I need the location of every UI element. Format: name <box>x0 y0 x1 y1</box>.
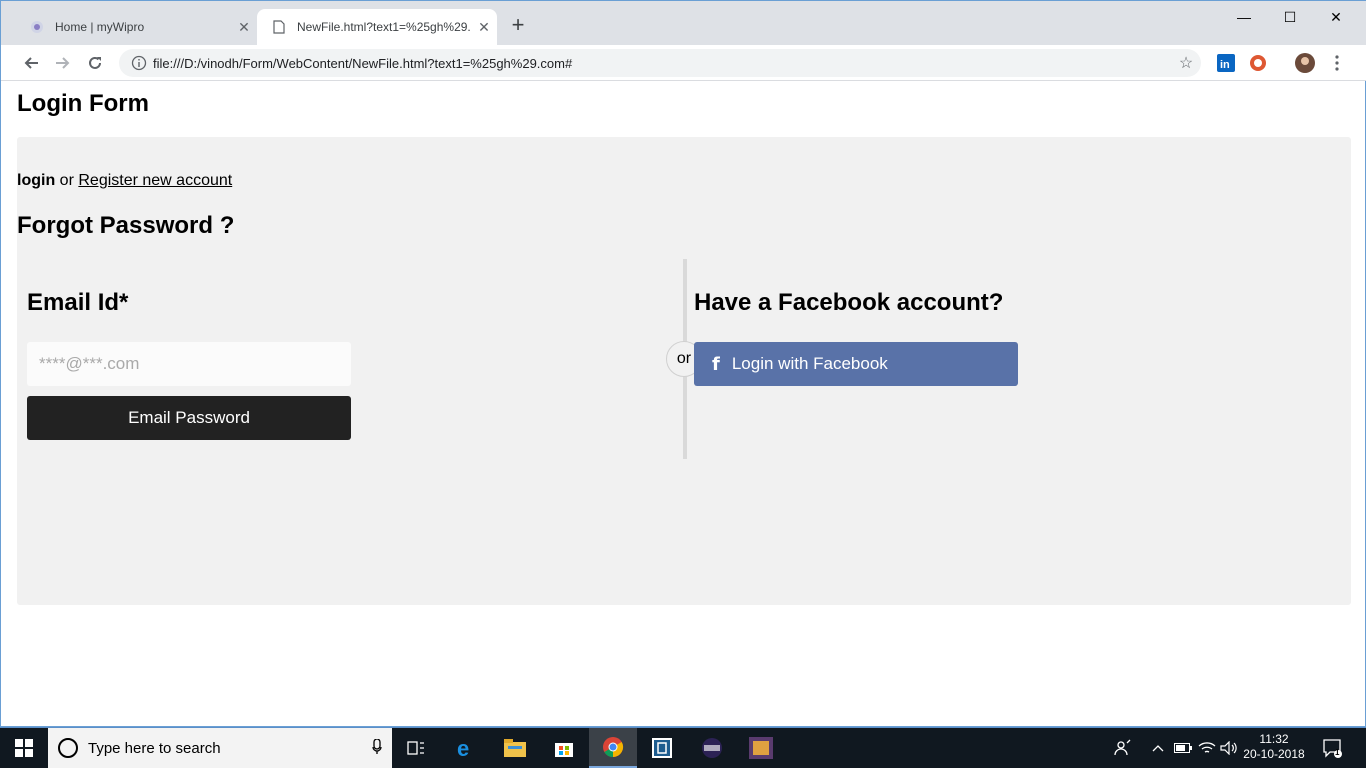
back-arrow-icon[interactable] <box>19 51 43 75</box>
address-bar[interactable]: file:///D:/vinodh/Form/WebContent/NewFil… <box>119 49 1201 77</box>
email-heading: Email Id* <box>27 289 129 316</box>
cortana-icon <box>58 738 78 758</box>
maximize-button[interactable]: ☐ <box>1267 3 1313 31</box>
login-label: login <box>17 172 56 189</box>
clock-time: 11:32 <box>1259 732 1289 746</box>
or-text: or <box>59 172 74 189</box>
taskbar-clock[interactable]: 11:32 20-10-2018 <box>1242 732 1306 762</box>
bookmark-star-icon[interactable]: ☆ <box>1171 53 1201 73</box>
tab-title: Home | myWipro <box>55 20 145 34</box>
info-icon[interactable] <box>125 55 153 71</box>
store-icon[interactable] <box>540 728 588 768</box>
page-favicon-icon <box>271 19 287 35</box>
notification-count: 1 <box>1335 748 1340 757</box>
profile-avatar[interactable] <box>1295 53 1315 73</box>
taskbar-search-placeholder: Type here to search <box>88 739 221 757</box>
duckduckgo-icon[interactable] <box>1248 53 1268 73</box>
battery-icon[interactable] <box>1174 728 1192 768</box>
action-center-icon[interactable]: 1 <box>1322 738 1346 758</box>
app-icon[interactable] <box>737 728 785 768</box>
tab-home-mywipro[interactable]: Home | myWipro ✕ <box>15 9 257 45</box>
login-panel: login or Register new account Forgot Pas… <box>17 137 1351 605</box>
new-tab-button[interactable]: + <box>507 14 529 37</box>
register-link[interactable]: Register new account <box>78 172 232 189</box>
wifi-icon[interactable] <box>1198 728 1216 768</box>
browser-window: Home | myWipro ✕ NewFile.html?text1=%25g… <box>0 0 1366 727</box>
linkedin-icon[interactable]: in <box>1216 53 1236 73</box>
close-window-button[interactable]: ✕ <box>1313 3 1359 31</box>
taskbar-search-box[interactable]: Type here to search <box>48 728 392 768</box>
file-explorer-icon[interactable] <box>491 728 539 768</box>
menu-kebab-icon[interactable] <box>1327 53 1347 73</box>
facebook-icon: f <box>712 353 720 375</box>
page-content: Login Form login or Register new account… <box>9 81 1359 721</box>
edge-browser-icon[interactable]: e <box>442 728 490 768</box>
svg-text:e: e <box>457 737 469 759</box>
mywipro-favicon-icon <box>29 19 45 35</box>
facebook-heading: Have a Facebook account? <box>694 289 1004 316</box>
clock-date: 20-10-2018 <box>1243 747 1305 761</box>
eclipse-icon[interactable] <box>688 728 736 768</box>
login-with-facebook-button[interactable]: f Login with Facebook <box>694 342 1018 386</box>
page-title: Login Form <box>17 90 149 117</box>
email-password-button[interactable]: Email Password <box>27 396 351 440</box>
chrome-icon[interactable] <box>589 728 637 768</box>
tab-newfile[interactable]: NewFile.html?text1=%25gh%29.c ✕ <box>257 9 497 45</box>
email-input[interactable] <box>27 342 351 386</box>
forgot-password-heading[interactable]: Forgot Password ? <box>17 212 234 240</box>
tab-strip: Home | myWipro ✕ NewFile.html?text1=%25g… <box>1 1 1366 45</box>
microphone-icon[interactable] <box>362 737 392 758</box>
windows-start-icon[interactable] <box>0 728 48 768</box>
tab-close-icon[interactable]: ✕ <box>231 19 257 36</box>
browser-toolbar: file:///D:/vinodh/Form/WebContent/NewFil… <box>1 45 1366 81</box>
facebook-button-label: Login with Facebook <box>731 354 888 373</box>
chevron-up-icon[interactable] <box>1152 728 1164 768</box>
code-editor-icon[interactable] <box>638 728 686 768</box>
volume-icon[interactable] <box>1220 728 1238 768</box>
login-register-line: login or Register new account <box>17 172 232 190</box>
tab-close-icon[interactable]: ✕ <box>471 19 497 36</box>
minimize-button[interactable]: — <box>1221 3 1267 31</box>
task-view-icon[interactable] <box>392 728 440 768</box>
tab-title: NewFile.html?text1=%25gh%29.c <box>297 20 471 34</box>
reload-icon[interactable] <box>83 51 107 75</box>
url-text[interactable]: file:///D:/vinodh/Form/WebContent/NewFil… <box>153 56 1171 71</box>
windows-taskbar: Type here to search e 11:32 20-10-2018 1 <box>0 728 1366 768</box>
svg-text:in: in <box>1220 59 1230 71</box>
forward-arrow-icon[interactable] <box>51 51 75 75</box>
people-icon[interactable] <box>1114 728 1132 768</box>
